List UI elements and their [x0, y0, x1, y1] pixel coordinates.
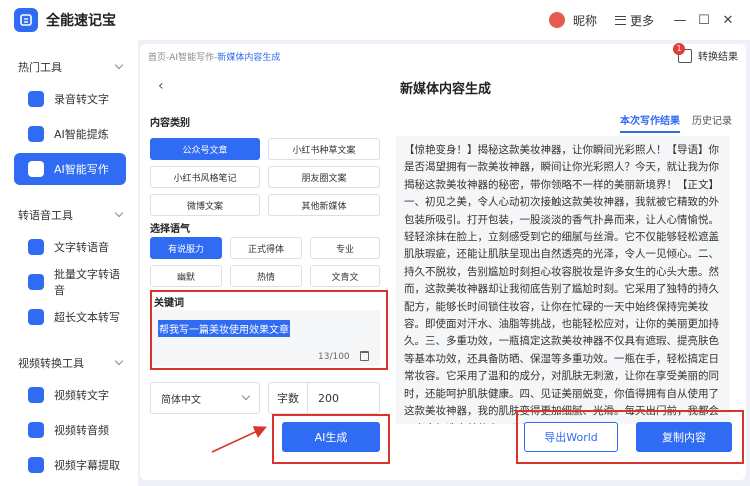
back-icon[interactable]: ‹	[158, 78, 164, 94]
more-menu-button[interactable]: 更多	[614, 12, 654, 29]
convert-results-label: 转换结果	[698, 52, 738, 63]
sidebar-item-subtitle-extract[interactable]: 视频字幕提取	[14, 449, 126, 481]
copy-content-button[interactable]: 复制内容	[636, 422, 732, 452]
option-xhs-note[interactable]: 小红书风格笔记	[150, 166, 260, 188]
sidebar-item-ai-extract[interactable]: AI智能提炼	[14, 118, 126, 150]
result-text: 【惊艳变身！】揭秘这款美妆神器，让你瞬间光彩照人！【导语】你是否渴望拥有一款美妆…	[404, 144, 719, 424]
tone-persuasive[interactable]: 有说服力	[150, 237, 222, 259]
video-icon	[28, 387, 44, 403]
language-select[interactable]: 简体中文	[150, 382, 260, 414]
sidebar-item-label: 文字转语音	[54, 241, 109, 254]
word-count-field[interactable]: 字数 200	[268, 382, 380, 414]
minimize-button[interactable]: —	[668, 8, 692, 32]
tone-professional[interactable]: 专业	[310, 237, 380, 259]
tone-humorous[interactable]: 幽默	[150, 265, 222, 287]
breadcrumb-section[interactable]: AI智能写作	[169, 53, 214, 63]
keywords-label: 关键词	[154, 298, 184, 309]
option-xhs-copy[interactable]: 小红书种草文案	[268, 138, 380, 160]
more-label: 更多	[629, 13, 654, 28]
sidebar-item-label: 录音转文字	[54, 93, 109, 106]
keywords-input-value[interactable]: 帮我写一篇美妆使用效果文章	[158, 320, 290, 337]
chevron-down-icon	[241, 391, 251, 401]
breadcrumb-home[interactable]: 首页	[148, 53, 166, 63]
sidebar-item-label: 视频转文字	[54, 389, 109, 402]
sidebar-group-speech-tools[interactable]: 转语音工具	[0, 202, 138, 228]
sidebar-item-label: 超长文本转写	[54, 311, 120, 324]
word-count-value[interactable]: 200	[308, 392, 339, 405]
tone-label: 选择语气	[150, 224, 190, 235]
chevron-down-icon	[114, 60, 124, 70]
main-panel: 首页-AI智能写作-新媒体内容生成 1 转换结果 ‹ 新媒体内容生成 内容类别 …	[140, 42, 746, 480]
sidebar-item-label: 批量文字转语音	[54, 268, 120, 297]
chevron-down-icon	[114, 208, 124, 218]
sidebar-item-text-to-speech[interactable]: 文字转语音	[14, 231, 126, 263]
list-icon: 1	[673, 42, 692, 63]
sidebar-item-label: AI智能提炼	[54, 128, 109, 141]
option-weibo-copy[interactable]: 微博文案	[150, 194, 260, 216]
speaker-icon	[28, 239, 44, 255]
chevron-down-icon	[114, 356, 124, 366]
sidebar-item-label: AI智能写作	[54, 163, 109, 176]
export-word-button[interactable]: 导出World	[524, 422, 618, 452]
title-bar: 全能速记宝 昵称 更多 — ☐ ✕	[0, 0, 750, 40]
content-type-label: 内容类别	[150, 118, 190, 129]
group-label: 热门工具	[18, 61, 62, 74]
option-wechat-article[interactable]: 公众号文章	[150, 138, 260, 160]
close-button[interactable]: ✕	[716, 8, 740, 32]
group-label: 视频转换工具	[18, 357, 84, 370]
audio-file-icon	[28, 422, 44, 438]
option-other-media[interactable]: 其他新媒体	[268, 194, 380, 216]
language-value: 简体中文	[161, 394, 201, 406]
menu-icon	[614, 15, 626, 25]
sidebar-item-label: 视频转音频	[54, 424, 109, 437]
sidebar-group-hot-tools[interactable]: 热门工具	[0, 54, 138, 80]
maximize-button[interactable]: ☐	[692, 8, 716, 32]
sidebar-item-long-text[interactable]: 超长文本转写	[14, 301, 126, 333]
tone-formal[interactable]: 正式得体	[230, 237, 302, 259]
document-icon	[28, 309, 44, 325]
sidebar-item-batch-text-to-speech[interactable]: 批量文字转语音	[14, 266, 126, 298]
tab-current-result[interactable]: 本次写作结果	[620, 112, 680, 133]
sidebar-group-video-tools[interactable]: 视频转换工具	[0, 350, 138, 376]
result-tabs: 本次写作结果 历史记录	[620, 112, 744, 133]
avatar[interactable]	[548, 12, 565, 28]
keywords-char-count: 13/100	[318, 352, 350, 362]
pen-icon	[28, 161, 44, 177]
sidebar-item-video-to-text[interactable]: 视频转文字	[14, 379, 126, 411]
group-label: 转语音工具	[18, 209, 73, 222]
sidebar: 热门工具 录音转文字 AI智能提炼 AI智能写作 转语音工具 文字转语音 批量文…	[0, 40, 138, 486]
sidebar-item-video-to-audio[interactable]: 视频转音频	[14, 414, 126, 446]
convert-results-button[interactable]: 1 转换结果	[673, 42, 738, 63]
tab-history[interactable]: 历史记录	[692, 112, 732, 133]
batch-icon	[28, 274, 44, 290]
microphone-icon	[28, 91, 44, 107]
subtitle-icon	[28, 457, 44, 473]
sidebar-item-audio-to-text[interactable]: 录音转文字	[14, 83, 126, 115]
notification-badge: 1	[673, 42, 685, 55]
breadcrumb: 首页-AI智能写作-新媒体内容生成	[148, 50, 280, 63]
app-title: 全能速记宝	[46, 13, 116, 29]
sidebar-item-label: 视频字幕提取	[54, 459, 120, 472]
sidebar-item-ai-writing[interactable]: AI智能写作	[14, 153, 126, 185]
nickname[interactable]: 昵称	[573, 12, 597, 29]
trash-icon[interactable]	[360, 351, 369, 361]
app-logo-icon	[14, 8, 38, 32]
page-title: 新媒体内容生成	[400, 82, 492, 97]
tone-literary[interactable]: 文青文	[310, 265, 380, 287]
word-count-label: 字数	[269, 383, 308, 413]
ai-icon	[28, 126, 44, 142]
breadcrumb-current: 新媒体内容生成	[217, 53, 281, 63]
result-text-area[interactable]: 【惊艳变身！】揭秘这款美妆神器，让你瞬间光彩照人！【导语】你是否渴望拥有一款美妆…	[396, 136, 730, 424]
ai-generate-button[interactable]: AI生成	[282, 422, 380, 452]
tone-enthusiastic[interactable]: 热情	[230, 265, 302, 287]
option-moments-copy[interactable]: 朋友圈文案	[268, 166, 380, 188]
